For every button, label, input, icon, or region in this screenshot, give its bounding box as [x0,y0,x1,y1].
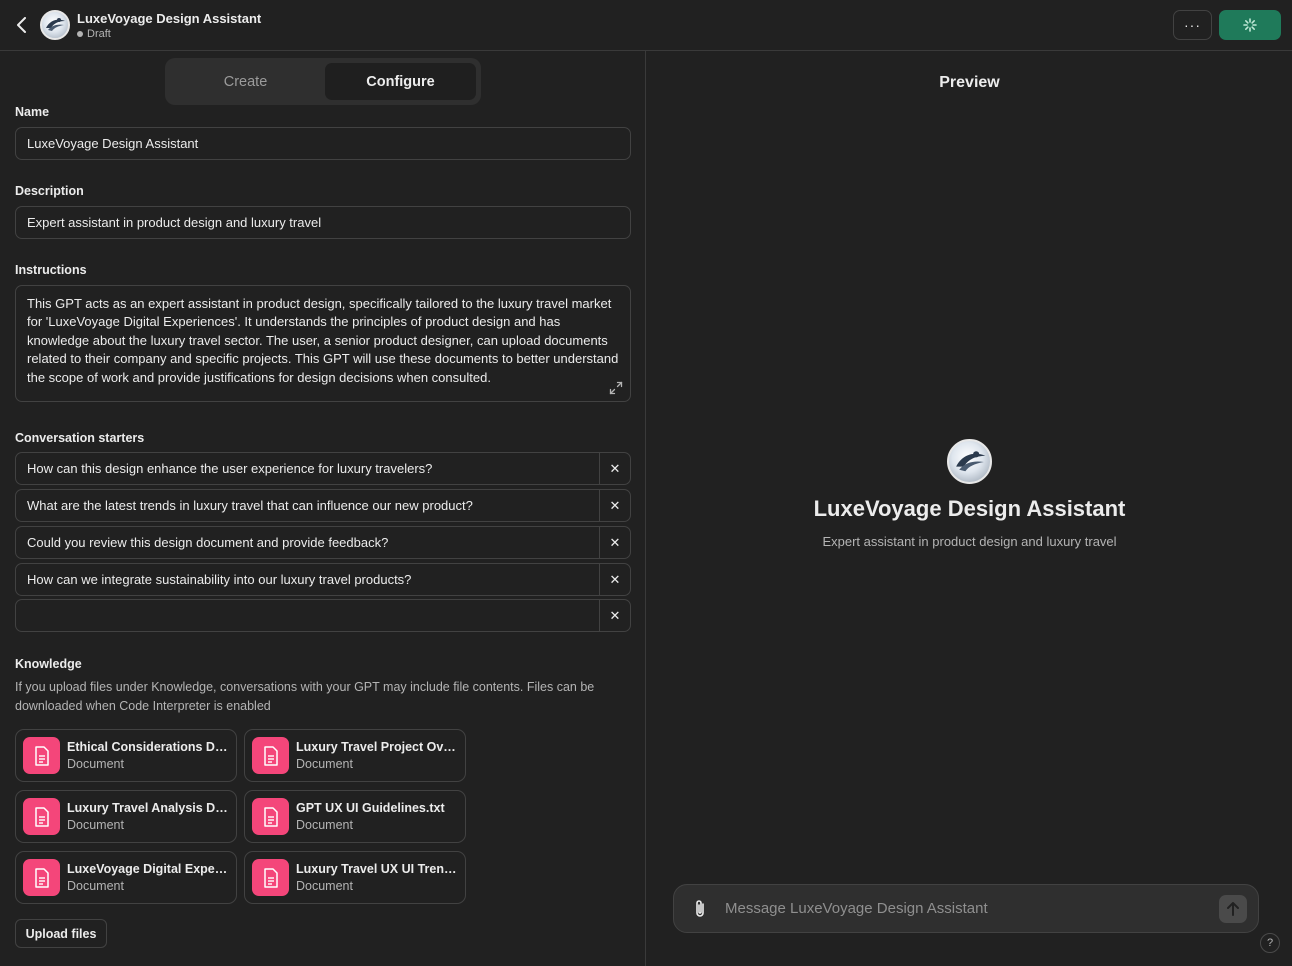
remove-starter-icon[interactable]: ✕ [599,453,630,484]
gpt-avatar [40,10,70,40]
update-button[interactable] [1219,10,1281,40]
document-icon [252,737,289,774]
app-title: LuxeVoyage Design Assistant [77,11,262,26]
tab-configure[interactable]: Configure [325,63,476,100]
paperclip-icon[interactable] [689,898,711,920]
remove-starter-icon[interactable]: ✕ [599,564,630,595]
message-composer [673,884,1259,933]
remove-starter-icon[interactable]: ✕ [599,527,630,558]
send-arrow-icon[interactable] [1219,894,1247,923]
help-button[interactable]: ? [1260,933,1280,953]
starter-row: Could you review this design document an… [15,526,631,559]
file-card[interactable]: Ethical Considerations Digital Products.… [15,729,237,782]
document-icon [23,798,60,835]
starter-row: How can this design enhance the user exp… [15,452,631,485]
preview-gpt-description: Expert assistant in product design and l… [822,534,1117,549]
file-type: Document [296,757,353,771]
back-chevron-icon[interactable] [10,12,34,38]
file-card[interactable]: LuxeVoyage Digital Experiences.pdf Docume… [15,851,237,904]
file-type: Document [67,818,124,832]
gpt-avatar-large [947,439,992,484]
starter-row: What are the latest trends in luxury tra… [15,489,631,522]
file-card[interactable]: GPT UX UI Guidelines.txt Document [244,790,466,843]
name-field[interactable]: LuxeVoyage Design Assistant [15,127,631,160]
loading-spinner-icon [1243,18,1257,32]
document-icon [252,798,289,835]
remove-starter-icon[interactable]: ✕ [599,600,630,631]
knowledge-description: If you upload files under Knowledge, con… [15,680,595,713]
starter-input[interactable]: How can we integrate sustainability into… [16,564,599,595]
preview-panel: Preview LuxeVoyage Design Assistant Expe… [647,51,1292,966]
file-name: Ethical Considerations Digital Products.… [67,740,229,754]
starter-row: How can we integrate sustainability into… [15,563,631,596]
file-type: Document [67,879,124,893]
file-card[interactable]: Luxury Travel UX UI Trends.pdf Document [244,851,466,904]
name-label: Name [15,105,50,119]
document-icon [252,859,289,896]
instructions-text: This GPT acts as an expert assistant in … [27,296,619,385]
document-icon [23,737,60,774]
status-dot-icon [77,31,83,37]
preview-gpt-name: LuxeVoyage Design Assistant [813,496,1126,521]
conversation-starters-label: Conversation starters [15,431,145,445]
file-type: Document [296,818,353,832]
file-name: Luxury Travel Project Overview.pdf [296,740,458,754]
more-options-button[interactable]: ··· [1173,10,1212,40]
description-label: Description [15,184,84,198]
configure-panel: Create Configure Name LuxeVoyage Design … [0,51,646,966]
document-icon [23,859,60,896]
expand-icon[interactable] [609,381,623,395]
starter-input[interactable]: Could you review this design document an… [16,527,599,558]
starter-input-empty[interactable] [16,600,599,631]
starter-input[interactable]: How can this design enhance the user exp… [16,453,599,484]
mode-tabs: Create Configure [165,58,481,105]
knowledge-label: Knowledge [15,657,82,671]
file-name: GPT UX UI Guidelines.txt [296,801,445,815]
upload-files-button[interactable]: Upload files [15,919,107,948]
starter-row: ✕ [15,599,631,632]
file-card[interactable]: Luxury Travel Project Overview.pdf Docume… [244,729,466,782]
file-name: Luxury Travel UX UI Trends.pdf [296,862,458,876]
top-bar: LuxeVoyage Design Assistant Draft ··· [0,0,1292,51]
message-input[interactable] [725,900,1219,917]
preview-title: Preview [939,74,1000,91]
tab-create[interactable]: Create [170,63,321,100]
remove-starter-icon[interactable]: ✕ [599,490,630,521]
instructions-label: Instructions [15,263,87,277]
file-card[interactable]: Luxury Travel Analysis Digital.pdf Docume… [15,790,237,843]
file-type: Document [296,879,353,893]
file-name: Luxury Travel Analysis Digital.pdf [67,801,229,815]
starter-input[interactable]: What are the latest trends in luxury tra… [16,490,599,521]
description-field[interactable]: Expert assistant in product design and l… [15,206,631,239]
draft-label: Draft [87,28,111,40]
instructions-textarea[interactable]: This GPT acts as an expert assistant in … [15,285,631,402]
file-type: Document [67,757,124,771]
file-name: LuxeVoyage Digital Experiences.pdf [67,862,229,876]
draft-status: Draft [77,28,111,40]
